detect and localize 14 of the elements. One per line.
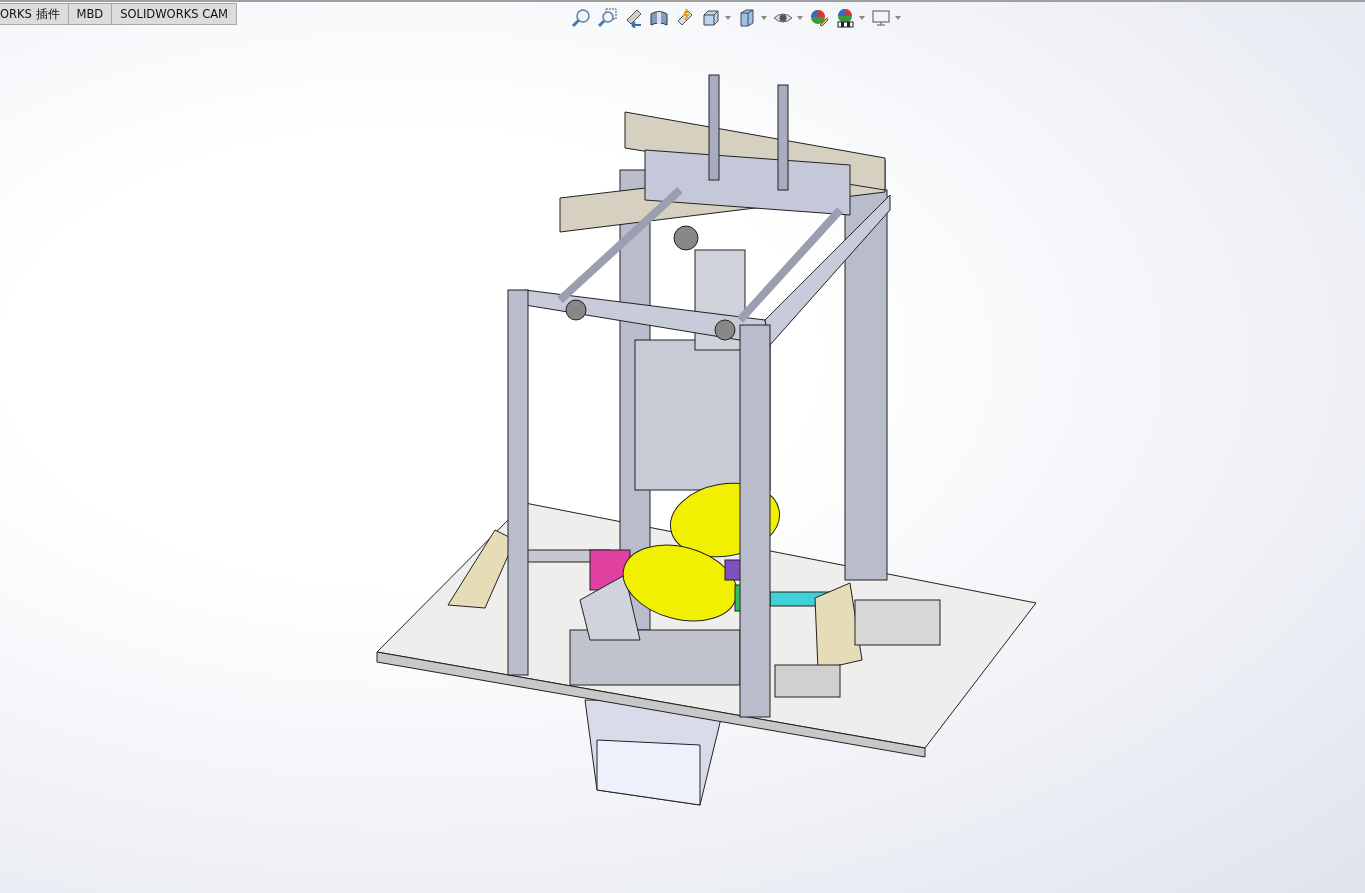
caret-icon[interactable] — [859, 16, 865, 20]
zoom-area-icon[interactable] — [597, 8, 617, 28]
view-orientation-icon[interactable] — [701, 8, 721, 28]
caret-icon[interactable] — [797, 16, 803, 20]
caret-icon[interactable] — [895, 16, 901, 20]
caret-icon[interactable] — [725, 16, 731, 20]
caret-icon[interactable] — [761, 16, 767, 20]
cube-icon[interactable] — [737, 8, 757, 28]
color-ball-checker-icon[interactable] — [835, 8, 855, 28]
tab[interactable]: ORKS 插件 — [0, 3, 69, 25]
zoom-to-fit-icon[interactable] — [571, 8, 591, 28]
tab[interactable]: MBD — [68, 3, 113, 25]
tab[interactable]: SOLIDWORKS CAM — [112, 3, 237, 25]
color-ball-pencil-icon[interactable] — [809, 8, 829, 28]
